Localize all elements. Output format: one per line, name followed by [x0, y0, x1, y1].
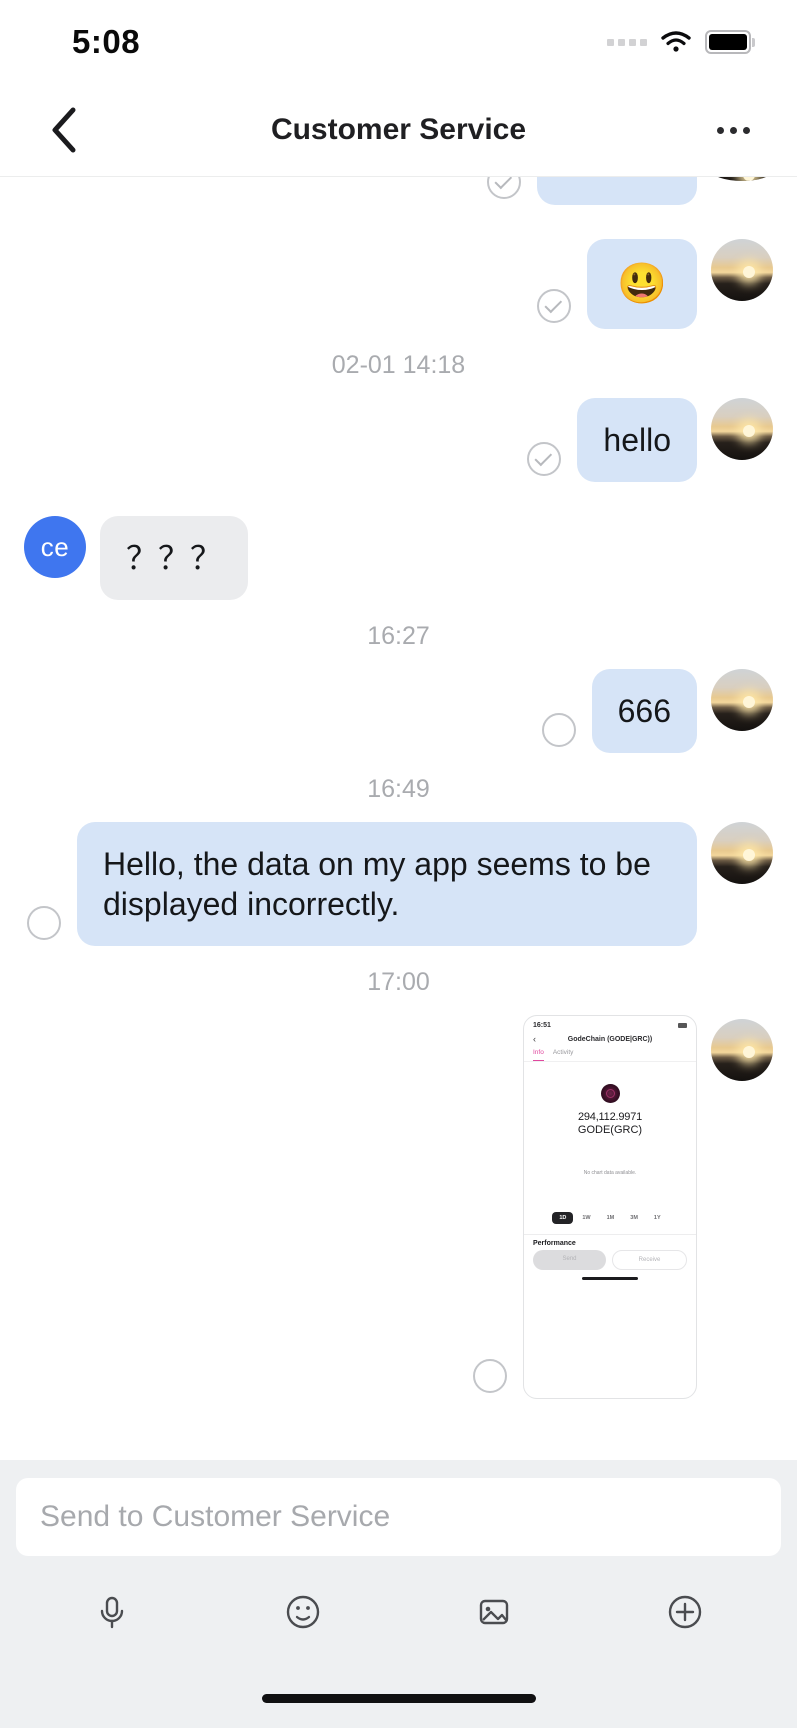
embedded-tab-info[interactable]: Info: [533, 1049, 544, 1061]
message-row-image[interactable]: 16:51 ‹ GodeChain (GODE|GRC)) Info Activ…: [24, 1015, 773, 1399]
timestamp-divider: 16:49: [367, 775, 430, 803]
back-button[interactable]: [36, 102, 92, 158]
message-row[interactable]: 😃: [24, 239, 773, 329]
battery-full-icon: [705, 30, 755, 54]
more-options-button[interactable]: [705, 102, 761, 158]
message-row[interactable]: ce ？？？: [24, 516, 773, 600]
message-list[interactable]: 😃 02-01 14:18 hello ce ？？？ 16:27 666 16:…: [0, 176, 797, 1460]
receive-button[interactable]: Receive: [612, 1250, 687, 1270]
avatar[interactable]: [711, 239, 773, 301]
attached-screenshot[interactable]: 16:51 ‹ GodeChain (GODE|GRC)) Info Activ…: [523, 1015, 697, 1399]
chat-bubble-partial[interactable]: [537, 177, 697, 205]
home-indicator: [261, 1693, 536, 1703]
more-horizontal-icon: [716, 126, 724, 134]
status-bar-indicators: [607, 30, 755, 54]
token-balance: 294,112.9971: [577, 1111, 643, 1123]
emoji-icon[interactable]: [275, 1584, 331, 1640]
timestamp-divider: 02-01 14:18: [331, 351, 466, 379]
timestamp-divider: 17:00: [367, 968, 430, 996]
message-row[interactable]: Hello, the data on my app seems to be di…: [24, 822, 773, 946]
chat-bubble[interactable]: hello: [577, 398, 697, 482]
avatar[interactable]: [711, 822, 773, 884]
message-row[interactable]: hello: [24, 398, 773, 482]
timestamp-divider: 16:27: [367, 622, 430, 650]
range-1y[interactable]: 1Y: [647, 1212, 668, 1224]
composer: Send to Customer Service: [0, 1460, 797, 1668]
chat-header: Customer Service: [0, 84, 797, 176]
chat-bubble[interactable]: 666: [591, 669, 697, 753]
message-status-pending-icon: [541, 713, 576, 747]
token-symbol: GODE(GRC): [577, 1124, 643, 1136]
page-title: Customer Service: [270, 113, 527, 146]
chevron-left-icon: [52, 107, 76, 153]
gode-token-icon: [600, 1084, 620, 1103]
embedded-tab-activity[interactable]: Activity: [553, 1049, 574, 1061]
message-row[interactable]: 666: [24, 669, 773, 753]
wifi-icon: [661, 31, 691, 53]
chart-empty-message: No chart data available.: [583, 1170, 637, 1176]
chat-bubble[interactable]: 😃: [587, 239, 697, 329]
message-status-sent-icon: [527, 442, 562, 476]
embedded-actions: Send Receive: [524, 1247, 696, 1270]
status-bar-time: 5:08: [72, 23, 141, 60]
composer-toolbar: [16, 1556, 781, 1668]
status-bar: 5:08: [0, 0, 797, 84]
range-1m[interactable]: 1M: [600, 1212, 622, 1224]
home-indicator-area: [0, 1668, 797, 1728]
send-button[interactable]: Send: [533, 1250, 606, 1270]
embedded-nav-bar: ‹ GodeChain (GODE|GRC)): [524, 1031, 696, 1049]
chat-screen: 5:08 Customer Service 😃 02-01 14:18 hell…: [0, 0, 797, 1728]
avatar[interactable]: [711, 1019, 773, 1081]
chart-range-selector: 1D 1W 1M 3M 1Y: [524, 1212, 696, 1224]
avatar[interactable]: [711, 669, 773, 731]
embedded-body: 294,112.9971 GODE(GRC) No chart data ava…: [524, 1062, 696, 1176]
range-1d[interactable]: 1D: [552, 1212, 574, 1224]
microphone-icon[interactable]: [84, 1584, 140, 1640]
plus-icon[interactable]: [657, 1584, 713, 1640]
embedded-status-bar: 16:51: [524, 1016, 696, 1031]
embedded-status-time: 16:51: [533, 1022, 551, 1029]
message-input[interactable]: Send to Customer Service: [16, 1478, 781, 1556]
avatar[interactable]: [711, 398, 773, 460]
message-status-pending-icon: [27, 906, 61, 940]
message-status-pending-icon: [473, 1359, 507, 1393]
signal-dots-icon: [607, 38, 647, 46]
range-1w[interactable]: 1W: [575, 1212, 597, 1224]
message-status-sent-icon: [537, 289, 572, 323]
avatar[interactable]: ce: [24, 516, 86, 578]
embedded-home-indicator: [582, 1277, 638, 1280]
embedded-status-icons: [678, 1023, 687, 1028]
range-3m[interactable]: 3M: [623, 1212, 645, 1224]
embedded-tabs: Info Activity: [524, 1049, 696, 1062]
message-status-sent-icon: [487, 177, 521, 199]
embedded-title: GodeChain (GODE|GRC)): [567, 1035, 653, 1043]
performance-heading: Performance: [524, 1234, 696, 1247]
message-row[interactable]: [24, 177, 773, 205]
image-icon[interactable]: [466, 1584, 522, 1640]
avatar[interactable]: [711, 177, 773, 181]
chat-bubble[interactable]: ？？？: [100, 516, 249, 600]
chat-bubble[interactable]: Hello, the data on my app seems to be di…: [77, 822, 697, 946]
